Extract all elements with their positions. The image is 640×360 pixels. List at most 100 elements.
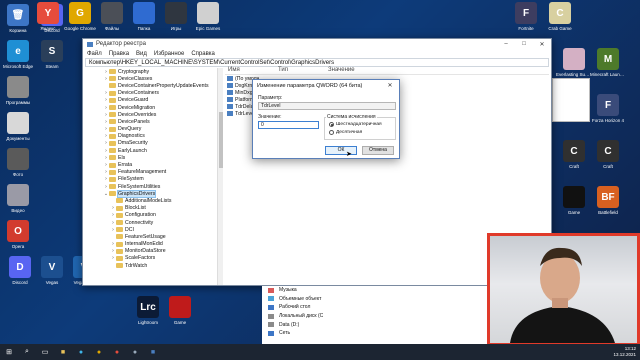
tree-item[interactable]: › Errata	[85, 161, 217, 168]
desktop-icon-right-5[interactable]: F Forza Horizon 4	[590, 94, 626, 123]
menu-edit[interactable]: Правка	[109, 51, 129, 57]
desktop-icon-top-5[interactable]: Epic Games	[190, 2, 226, 31]
tree-item[interactable]: › Connectivity	[85, 219, 217, 226]
desktop-icon-right-6[interactable]: C Craft	[556, 140, 592, 169]
close-button[interactable]: ✕	[533, 41, 551, 48]
desktop-icon-bottom-0[interactable]: D Discord	[2, 256, 38, 285]
desktop-icon-top-4[interactable]: Игры	[158, 2, 194, 31]
menu-help[interactable]: Справка	[191, 51, 215, 57]
tree-scrollbar[interactable]	[217, 68, 223, 285]
desktop-icon-top-1[interactable]: G Google Chrome	[62, 2, 98, 31]
desktop-icon-top-3[interactable]: Папка	[126, 2, 162, 31]
desktop-icon-bottom-8[interactable]: Lrc Lightroom	[130, 296, 166, 325]
tree-item-label: DeviceMigration	[118, 104, 156, 111]
column-value[interactable]: Значение	[325, 67, 405, 74]
tree-item[interactable]: FeatureSetUsage	[85, 233, 217, 240]
menu-favorites[interactable]: Избранное	[154, 51, 184, 57]
desktop-icon-left-3[interactable]: Документы	[0, 112, 36, 141]
tree-item[interactable]: › FileSystem	[85, 176, 217, 183]
desktop-icon-left-8[interactable]: S Steam	[34, 40, 70, 69]
tree-item[interactable]: › Configuration	[85, 212, 217, 219]
dialog-close-button[interactable]: ✕	[381, 82, 399, 89]
tree-item[interactable]: › MonitorDataStore	[85, 248, 217, 255]
explorer-nav-item[interactable]: Локальный диск (C	[262, 312, 490, 321]
tree-item[interactable]: › Diagnostics	[85, 133, 217, 140]
search-icon[interactable]: ⌕	[18, 344, 36, 360]
tree-item[interactable]: AdditionalModeLists	[85, 197, 217, 204]
desktop-icon-left-5[interactable]: Видео	[0, 184, 36, 213]
tree-item[interactable]: › DeviceContainers	[85, 90, 217, 97]
cancel-button[interactable]: Отмена	[362, 146, 394, 155]
desktop-icon-right-0[interactable]: F Fortnite	[508, 2, 544, 31]
tree-item[interactable]: › ScaleFactors	[85, 255, 217, 262]
explorer-nav-item[interactable]: Музыка	[262, 286, 490, 295]
tree-scrollbar-thumb[interactable]	[219, 112, 223, 168]
menu-file[interactable]: Файл	[87, 51, 102, 57]
tree-item[interactable]: › DeviceMigration	[85, 104, 217, 111]
desktop-icon-right-8[interactable]: Game	[556, 186, 592, 215]
tree-item[interactable]: › DeviceGuard	[85, 97, 217, 104]
tree-item[interactable]: › FileSystemUtilities	[85, 183, 217, 190]
desktop-icon-top-icon: Y	[37, 2, 59, 24]
value-input[interactable]: 0	[258, 121, 319, 129]
explorer-nav-item[interactable]: Рабочий стол	[262, 303, 490, 312]
column-name[interactable]: Имя	[225, 67, 275, 74]
explorer-icon[interactable]: ■	[54, 344, 72, 360]
address-bar[interactable]: Компьютер\HKEY_LOCAL_MACHINE\SYSTEM\Curr…	[85, 58, 549, 67]
tree-item[interactable]: TdrWatch	[85, 262, 217, 269]
desktop-icon-top-0[interactable]: Y Яндекс	[30, 2, 66, 31]
tree-item[interactable]: › InternalMonEdid	[85, 241, 217, 248]
tree-item[interactable]: › BlockList	[85, 205, 217, 212]
radio-dec[interactable]: Десятичная	[329, 130, 362, 135]
radio-hex-dot[interactable]	[329, 122, 334, 127]
menu-view[interactable]: Вид	[136, 51, 147, 57]
yandex-icon[interactable]: ●	[108, 344, 126, 360]
edit-qword-dialog: Изменение параметра QWORD (64 бита) ✕ Па…	[252, 79, 400, 159]
desktop-icon-right-7[interactable]: C Craft	[590, 140, 626, 169]
steam-icon[interactable]: ●	[126, 344, 144, 360]
edge-icon[interactable]: ●	[72, 344, 90, 360]
start-button[interactable]: ⊞	[0, 344, 18, 360]
desktop-icon-left-1[interactable]: e Microsoft Edge	[0, 40, 36, 69]
desktop-icon-left-2[interactable]: Программы	[0, 76, 36, 105]
minimize-button[interactable]: –	[497, 41, 515, 47]
dialog-titlebar[interactable]: Изменение параметра QWORD (64 бита) ✕	[253, 80, 399, 91]
tree-item[interactable]: ⌄ GraphicsDrivers	[85, 189, 217, 198]
tree-item[interactable]: DeviceContainerPropertyUpdateEvents	[85, 82, 217, 89]
desktop-icon-left-6[interactable]: O Opera	[0, 220, 36, 249]
chrome-icon[interactable]: ●	[90, 344, 108, 360]
column-type[interactable]: Тип	[275, 67, 325, 74]
explorer-nav-item[interactable]: Сеть	[262, 329, 490, 338]
desktop-icon-right-9[interactable]: BF Battlefield	[590, 186, 626, 215]
tree-item[interactable]: › DCI	[85, 226, 217, 233]
system-tray[interactable]: 13:12 13.12.2021	[613, 346, 636, 358]
tree-item[interactable]: › DeviceOverrides	[85, 111, 217, 118]
tree-item[interactable]: › EarlyLaunch	[85, 147, 217, 154]
desktop-icon-right-3[interactable]: M Minecraft Launcher	[590, 48, 626, 77]
radio-hex[interactable]: Шестнадцатеричная	[329, 122, 382, 127]
explorer-nav-item[interactable]: Объемные объект	[262, 295, 490, 304]
tree-item[interactable]: › FeatureManagement	[85, 169, 217, 176]
desktop-icon-bottom-1[interactable]: V Vegas	[34, 256, 70, 285]
maximize-button[interactable]: □	[515, 41, 533, 47]
folder-icon	[109, 76, 116, 82]
tree-item[interactable]: › Els	[85, 154, 217, 161]
tree-item[interactable]: › DmaSecurity	[85, 140, 217, 147]
desktop-icon-right-1[interactable]: C Crab Game	[542, 2, 578, 31]
radio-dec-dot[interactable]	[329, 130, 334, 135]
tree-item[interactable]: › DevQuery	[85, 126, 217, 133]
desktop-icon-bottom-9[interactable]: Game	[162, 296, 198, 325]
desktop-icon-left-4[interactable]: Фото	[0, 148, 36, 177]
regedit-titlebar[interactable]: Редактор реестра – □ ✕	[83, 39, 551, 49]
background-window-strip[interactable]	[552, 78, 590, 122]
desktop-icon-top-2[interactable]: Файлы	[94, 2, 130, 31]
explorer-nav-item[interactable]: Data (D:)	[262, 320, 490, 329]
tree-item[interactable]: › Cryptography	[85, 68, 217, 75]
webcam-overlay	[487, 233, 640, 346]
desktop-icon-right-2[interactable]: Everlasting Summer	[556, 48, 592, 77]
tree-item[interactable]: › DevicePanels	[85, 118, 217, 125]
ok-button[interactable]: ОК	[325, 146, 357, 155]
regedit-taskbar-icon[interactable]: ■	[144, 344, 162, 360]
tree-item[interactable]: › DeviceClasses	[85, 75, 217, 82]
task-view-icon[interactable]: ▭	[36, 344, 54, 360]
